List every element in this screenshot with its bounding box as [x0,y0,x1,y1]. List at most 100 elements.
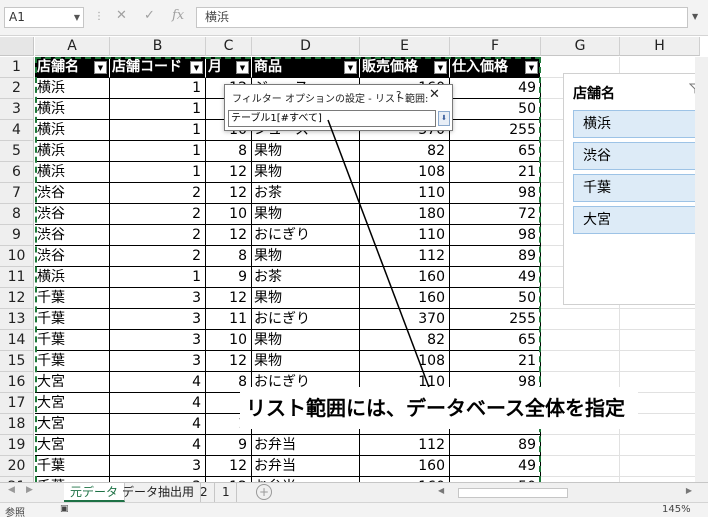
table-cell[interactable]: 渋谷 [35,225,110,246]
table-cell[interactable]: 渋谷 [35,183,110,204]
table-cell[interactable] [541,435,620,456]
filter-dropdown-icon[interactable]: ▼ [344,61,357,74]
table-header-cell[interactable]: 販売価格 ▼ [360,57,450,78]
table-cell[interactable]: 72 [450,204,541,225]
close-icon[interactable]: ✕ [429,87,440,102]
table-cell[interactable]: 108 [360,162,450,183]
filter-dropdown-icon[interactable]: ▼ [236,61,249,74]
table-cell[interactable]: 12 [206,456,252,477]
column-header-f[interactable]: F [450,37,541,56]
table-cell[interactable]: 渋谷 [35,204,110,225]
help-icon[interactable]: ? [396,90,401,101]
table-cell[interactable]: 横浜 [35,141,110,162]
column-header-g[interactable]: G [541,37,620,56]
table-cell[interactable]: 89 [450,246,541,267]
table-cell[interactable]: 12 [206,351,252,372]
table-cell[interactable]: 大宮 [35,435,110,456]
row-header-11[interactable]: 11 [0,267,34,288]
table-cell[interactable] [541,456,620,477]
table-cell[interactable]: 横浜 [35,267,110,288]
row-header-14[interactable]: 14 [0,330,34,351]
slicer-item[interactable]: 渋谷 [573,142,697,170]
table-cell[interactable]: 255 [450,120,541,141]
table-cell[interactable]: 12 [206,225,252,246]
column-header-b[interactable]: B [110,37,206,56]
table-header-cell[interactable]: 月 ▼ [206,57,252,78]
confirm-icon[interactable]: ✓ [144,8,155,23]
scroll-left-icon[interactable]: ◀ [438,486,444,495]
table-cell[interactable]: 3 [110,309,206,330]
table-cell[interactable]: 89 [450,435,541,456]
row-header-5[interactable]: 5 [0,141,34,162]
table-cell[interactable]: 果物 [252,351,360,372]
table-cell[interactable]: 8 [206,246,252,267]
table-cell[interactable]: 160 [360,267,450,288]
sheet-tab[interactable]: 2 [194,483,215,502]
sheet-tab[interactable]: 1 [216,483,237,502]
table-cell[interactable]: 12 [206,162,252,183]
table-cell[interactable]: 果物 [252,246,360,267]
add-sheet-button[interactable]: + [256,484,272,500]
table-cell[interactable] [541,330,620,351]
slicer-item[interactable]: 千葉 [573,174,697,202]
table-cell[interactable]: 49 [450,456,541,477]
function-icon[interactable]: fx [172,8,184,23]
table-cell[interactable]: 大宮 [35,393,110,414]
table-cell[interactable]: 1 [110,162,206,183]
table-cell[interactable]: 1 [110,120,206,141]
horizontal-scrollbar[interactable]: ◀ ▶ [434,486,696,500]
table-cell[interactable]: 82 [360,141,450,162]
table-cell[interactable]: おにぎり [252,225,360,246]
table-cell[interactable] [620,456,700,477]
row-header-12[interactable]: 12 [0,288,34,309]
column-header-d[interactable]: D [252,37,360,56]
table-cell[interactable]: 千葉 [35,456,110,477]
cancel-icon[interactable]: ✕ [116,8,127,23]
table-cell[interactable]: 果物 [252,204,360,225]
table-cell[interactable]: 12 [206,288,252,309]
table-cell[interactable]: 49 [450,267,541,288]
expand-dialog-button[interactable]: ⬇ [438,111,450,126]
table-cell[interactable] [620,330,700,351]
table-cell[interactable]: 大宮 [35,414,110,435]
filter-options-dialog[interactable]: フィルター オプションの設定 - リスト範囲: ? ✕ テーブル1[#すべて] … [224,84,453,131]
table-header-cell[interactable]: 店舗名 ▼ [35,57,110,78]
table-cell[interactable]: 2 [110,225,206,246]
table-cell[interactable]: 果物 [252,288,360,309]
row-header-7[interactable]: 7 [0,183,34,204]
table-cell[interactable]: 3 [110,351,206,372]
zoom-level[interactable]: 145% [662,504,691,515]
table-cell[interactable]: 4 [110,372,206,393]
filter-dropdown-icon[interactable]: ▼ [434,61,447,74]
table-cell[interactable]: 110 [360,225,450,246]
table-cell[interactable]: 108 [360,351,450,372]
table-cell[interactable]: お弁当 [252,435,360,456]
table-cell[interactable]: 50 [450,288,541,309]
table-cell[interactable]: 千葉 [35,309,110,330]
row-header-15[interactable]: 15 [0,351,34,372]
table-cell[interactable]: 112 [360,435,450,456]
expand-icon[interactable]: ▼ [692,8,704,26]
table-cell[interactable]: 2 [110,246,206,267]
row-header-18[interactable]: 18 [0,414,34,435]
table-cell[interactable]: 横浜 [35,78,110,99]
column-header-e[interactable]: E [360,37,450,56]
scroll-thumb[interactable] [458,488,568,498]
table-cell[interactable]: 1 [110,99,206,120]
scroll-right-icon[interactable]: ▶ [686,486,692,495]
name-box[interactable]: A1 ▼ [4,7,84,28]
table-cell[interactable] [620,309,700,330]
table-cell[interactable]: 1 [110,141,206,162]
sheet-tab[interactable]: データ抽出用 [116,483,202,502]
row-header-1[interactable]: 1 [0,57,34,78]
table-cell[interactable]: 9 [206,435,252,456]
macro-record-icon[interactable]: ▣ [60,504,69,514]
table-cell[interactable]: 21 [450,351,541,372]
slicer-item[interactable]: 横浜 [573,110,697,138]
table-cell[interactable]: 3 [110,330,206,351]
row-header-8[interactable]: 8 [0,204,34,225]
filter-dropdown-icon[interactable]: ▼ [94,61,107,74]
tab-prev-icon[interactable]: ◀ [8,485,15,495]
row-header-2[interactable]: 2 [0,78,34,99]
table-cell[interactable]: 8 [206,141,252,162]
